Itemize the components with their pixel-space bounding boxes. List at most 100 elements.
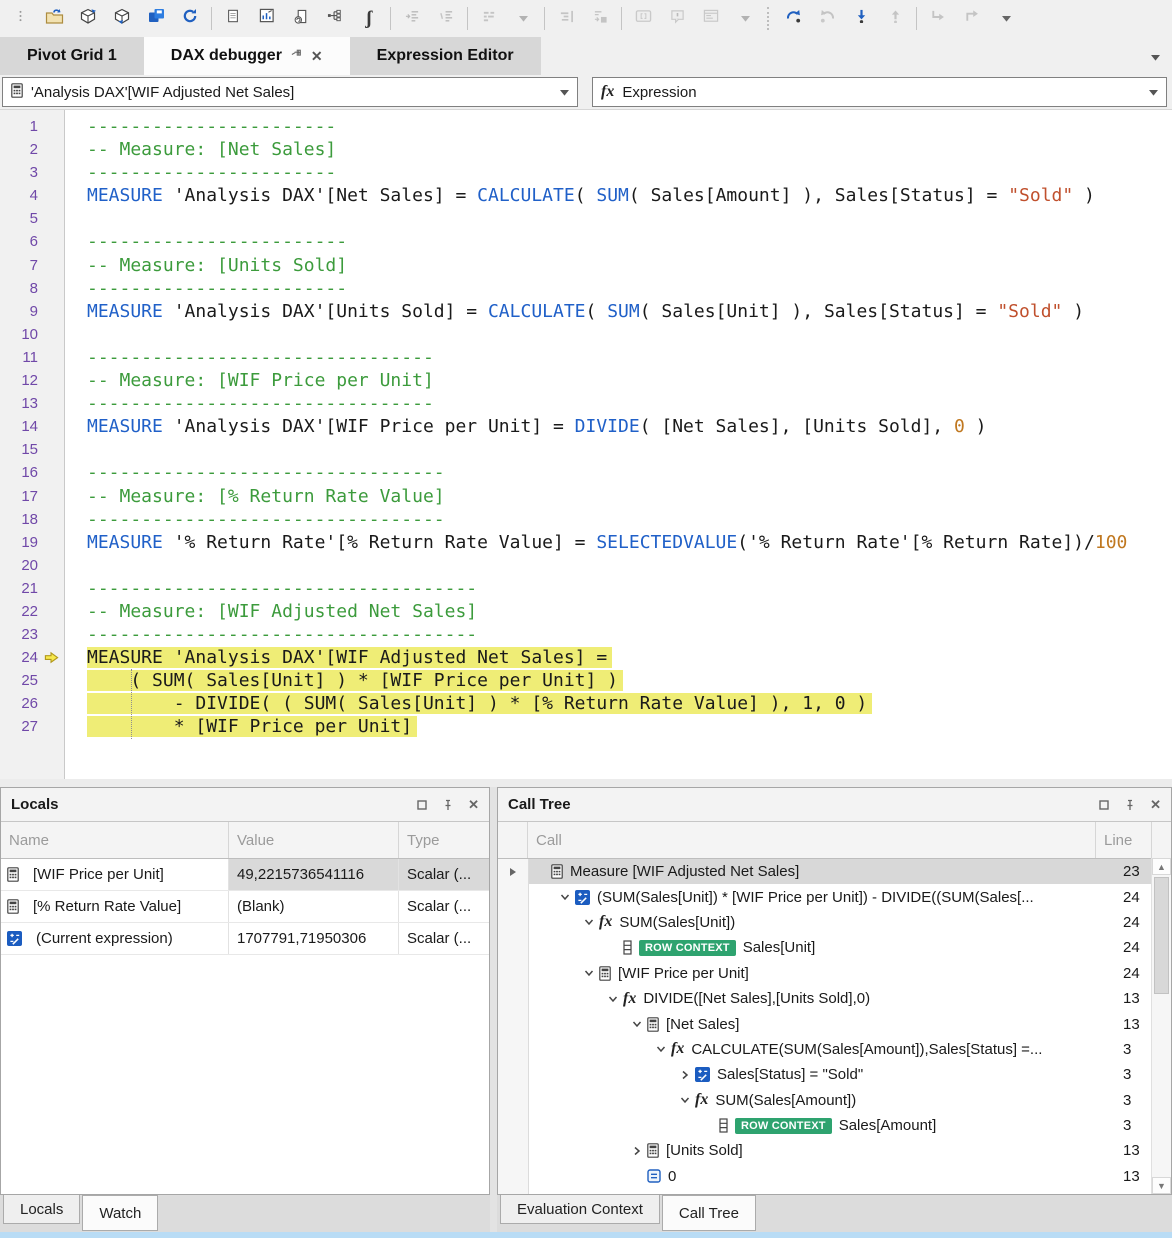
toolbar-hierarchy-button[interactable]	[318, 5, 352, 33]
code-line-18[interactable]: 18---------------------------------	[0, 508, 1172, 531]
scroll-up-icon[interactable]: ▲	[1152, 858, 1171, 875]
dock-tab-evaluation-context[interactable]: Evaluation Context	[500, 1195, 660, 1224]
call-tree-scrollbar[interactable]: ▲ ▼	[1151, 858, 1171, 1194]
toolbar-caret-button[interactable]	[989, 5, 1023, 33]
call-tree-row[interactable]: (SUM(Sales[Unit]) * [WIF Price per Unit]…	[498, 884, 1171, 909]
call-tree-row[interactable]: fxCALCULATE(SUM(Sales[Amount]),Sales[Sta…	[498, 1037, 1171, 1062]
toolbar-breakpoint-frame-button[interactable]	[626, 5, 660, 33]
locals-maximize-icon[interactable]	[416, 799, 428, 811]
tab-pivot-grid-1[interactable]: Pivot Grid 1	[0, 37, 144, 75]
toolbar-new-script-button[interactable]	[284, 5, 318, 33]
call-tree-row[interactable]: ROW CONTEXTSales[Unit]24	[498, 935, 1171, 960]
call-tree-row[interactable]: [Units Sold]13	[498, 1138, 1171, 1163]
toolbar-breakpoint-warn-button[interactable]	[660, 5, 694, 33]
chevron-down-icon[interactable]	[579, 916, 599, 928]
measure-selector-caret-icon[interactable]	[560, 84, 569, 101]
expression-combobox-caret-icon[interactable]	[1149, 84, 1158, 101]
toolbar-model-export-button[interactable]	[71, 5, 105, 33]
chevron-right-icon[interactable]	[627, 1145, 647, 1157]
toolbar-step-out-button[interactable]	[878, 5, 912, 33]
toolbar-document-button[interactable]	[216, 5, 250, 33]
toolbar-format-indent-button[interactable]	[395, 5, 429, 33]
code-line-23[interactable]: 23------------------------------------	[0, 623, 1172, 646]
locals-col-value[interactable]: Value	[229, 822, 399, 858]
tab-overflow-caret-icon[interactable]	[1151, 49, 1160, 67]
call-tree-close-icon[interactable]: ✕	[1150, 797, 1161, 813]
code-line-3[interactable]: 3-----------------------	[0, 161, 1172, 184]
toolbar-save-button[interactable]	[139, 5, 173, 33]
locals-row[interactable]: [WIF Price per Unit]49,2215736541116Scal…	[1, 859, 489, 891]
toolbar-open-folder-button[interactable]	[37, 5, 71, 33]
code-line-11[interactable]: 11--------------------------------	[0, 346, 1172, 369]
code-line-19[interactable]: 19MEASURE '% Return Rate'[% Return Rate …	[0, 531, 1172, 554]
call-tree-col-call[interactable]: Call	[528, 822, 1096, 858]
code-line-14[interactable]: 14MEASURE 'Analysis DAX'[WIF Price per U…	[0, 415, 1172, 438]
toolbar-script-button[interactable]: ʃ	[352, 5, 386, 33]
scroll-down-icon[interactable]: ▼	[1152, 1177, 1171, 1194]
chevron-down-icon[interactable]	[675, 1094, 695, 1106]
call-tree-row[interactable]: fxSUM(Sales[Amount])3	[498, 1088, 1171, 1113]
code-line-1[interactable]: 1-----------------------	[0, 115, 1172, 138]
toolbar-report-button[interactable]	[250, 5, 284, 33]
code-line-8[interactable]: 8------------------------	[0, 277, 1172, 300]
call-tree-row[interactable]: fxSUM(Sales[Unit])24	[498, 910, 1171, 935]
toolbar-run-branch-button[interactable]	[955, 5, 989, 33]
code-line-7[interactable]: 7-- Measure: [Units Sold]	[0, 254, 1172, 277]
toolbar-format-align-button[interactable]	[549, 5, 583, 33]
locals-col-name[interactable]: Name	[1, 822, 229, 858]
locals-pin-icon[interactable]	[442, 799, 454, 811]
code-line-2[interactable]: 2-- Measure: [Net Sales]	[0, 138, 1172, 161]
measure-selector-combobox[interactable]: 'Analysis DAX'[WIF Adjusted Net Sales]	[2, 77, 578, 107]
tab-pin-icon[interactable]	[291, 47, 302, 65]
code-line-15[interactable]: 15	[0, 438, 1172, 461]
dock-tab-call-tree[interactable]: Call Tree	[662, 1195, 756, 1231]
horizontal-splitter[interactable]	[0, 779, 1172, 787]
dock-tab-locals[interactable]: Locals	[3, 1195, 80, 1224]
call-tree-pin-icon[interactable]	[1124, 799, 1136, 811]
toolbar-step-back-button[interactable]	[810, 5, 844, 33]
toolbar-format-outdent-button[interactable]	[429, 5, 463, 33]
code-line-9[interactable]: 9MEASURE 'Analysis DAX'[Units Sold] = CA…	[0, 300, 1172, 323]
call-tree-row[interactable]: Measure [WIF Adjusted Net Sales]23	[498, 859, 1171, 884]
chevron-down-icon[interactable]	[651, 1043, 671, 1055]
code-line-10[interactable]: 10	[0, 323, 1172, 346]
call-tree-row[interactable]: [Net Sales]13	[498, 1011, 1171, 1036]
call-tree-row[interactable]: 013	[498, 1164, 1171, 1189]
call-tree-col-line[interactable]: Line	[1096, 822, 1152, 858]
code-line-6[interactable]: 6------------------------	[0, 230, 1172, 253]
toolbar-format-move-button[interactable]	[583, 5, 617, 33]
toolbar-watch-window-button[interactable]	[694, 5, 728, 33]
toolbar-format-lines-button[interactable]	[472, 5, 506, 33]
code-line-22[interactable]: 22-- Measure: [WIF Adjusted Net Sales]	[0, 600, 1172, 623]
dock-tab-watch[interactable]: Watch	[82, 1195, 158, 1231]
toolbar-model-import-button[interactable]	[105, 5, 139, 33]
code-line-21[interactable]: 21------------------------------------	[0, 577, 1172, 600]
code-line-5[interactable]: 5	[0, 207, 1172, 230]
code-line-20[interactable]: 20	[0, 554, 1172, 577]
tab-expression-editor[interactable]: Expression Editor	[350, 37, 541, 75]
chevron-down-icon[interactable]	[555, 891, 575, 903]
toolbar-refresh-button[interactable]	[173, 5, 207, 33]
code-line-27[interactable]: 27 * [WIF Price per Unit]	[0, 715, 1172, 738]
locals-col-type[interactable]: Type	[399, 822, 489, 858]
code-line-26[interactable]: 26 - DIVIDE( ( SUM( Sales[Unit] ) * [% R…	[0, 692, 1172, 715]
chevron-down-icon[interactable]	[603, 993, 623, 1005]
call-tree-row[interactable]: fxDIVIDE([Net Sales],[Units Sold],0)13	[498, 986, 1171, 1011]
expression-combobox[interactable]: fx Expression	[592, 77, 1167, 107]
chevron-down-icon[interactable]	[579, 967, 599, 979]
call-tree-row[interactable]: fxDIVIDE((SUM(Sales[Unit]) * [% Return R…	[498, 1189, 1171, 1194]
locals-row[interactable]: [% Return Rate Value](Blank)Scalar (...	[1, 891, 489, 923]
call-tree-row[interactable]: ROW CONTEXTSales[Amount]3	[498, 1113, 1171, 1138]
code-line-24[interactable]: 24MEASURE 'Analysis DAX'[WIF Adjusted Ne…	[0, 646, 1172, 669]
locals-close-icon[interactable]: ✕	[468, 797, 479, 813]
toolbar-caret-button[interactable]	[506, 5, 540, 33]
code-line-12[interactable]: 12-- Measure: [WIF Price per Unit]	[0, 369, 1172, 392]
code-line-16[interactable]: 16---------------------------------	[0, 461, 1172, 484]
tab-close-icon[interactable]: ✕	[311, 48, 323, 65]
tab-dax-debugger[interactable]: DAX debugger✕	[144, 37, 350, 75]
chevron-right-icon[interactable]	[675, 1069, 695, 1081]
call-tree-row[interactable]: [WIF Price per Unit]24	[498, 961, 1171, 986]
code-line-25[interactable]: 25 ( SUM( Sales[Unit] ) * [WIF Price per…	[0, 669, 1172, 692]
scrollbar-thumb[interactable]	[1154, 877, 1169, 994]
code-line-4[interactable]: 4MEASURE 'Analysis DAX'[Net Sales] = CAL…	[0, 184, 1172, 207]
